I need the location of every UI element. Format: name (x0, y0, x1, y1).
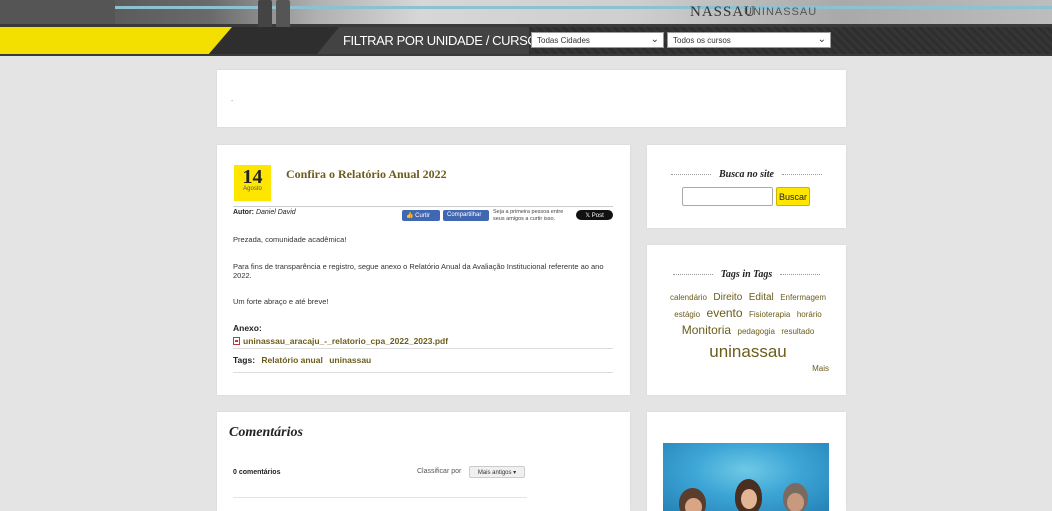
post-paragraph: Para fins de transparência e registro, s… (233, 262, 604, 280)
tag-cloud-link[interactable]: calendário (670, 293, 707, 302)
person-face (685, 498, 702, 511)
tags-divider-bottom (233, 372, 613, 373)
facebook-like-button[interactable]: 👍 Curtir (402, 210, 440, 221)
header-banner-left (0, 0, 115, 24)
tags-widget-title: Tags in Tags (647, 269, 846, 280)
post-paragraph: Um forte abraço e até breve! (233, 297, 329, 306)
x-post-button[interactable]: 𝕏 Post (576, 210, 613, 220)
post-divider (233, 206, 613, 207)
share-label: Compartilhar (447, 212, 482, 218)
tag-cloud: calendário Direito Edital Enfermagem est… (661, 288, 835, 365)
comments-divider (233, 497, 527, 498)
post-card: 14 Agosto Confira o Relatório Anual 2022… (217, 145, 630, 395)
search-button[interactable]: Buscar (776, 187, 810, 206)
tags-more-link[interactable]: Mais (812, 364, 829, 373)
tags-divider-top (233, 348, 613, 349)
author-name: Daniel David (255, 209, 296, 216)
tag-cloud-link[interactable]: resultado (781, 327, 814, 336)
header-banner-image (0, 0, 1052, 24)
tags-widget: Tags in Tags calendário Direito Edital E… (647, 245, 846, 395)
search-widget: Busca no site Buscar (647, 145, 846, 228)
post-tag-link[interactable]: uninassau (329, 355, 371, 365)
like-label: Curtir (415, 213, 430, 219)
post-paragraph: Prezada, comunidade acadêmica! (233, 235, 347, 244)
promo-photo[interactable] (663, 443, 829, 511)
post-author: Autor: Daniel David (233, 209, 296, 216)
sort-label: Classificar por (417, 468, 462, 475)
tag-cloud-link[interactable]: Fisioterapia (749, 310, 790, 319)
city-select-value: Todas Cidades (537, 36, 590, 45)
chevron-down-icon: ⌄ (817, 34, 826, 45)
tag-cloud-link[interactable]: Monitoria (682, 323, 731, 337)
course-select[interactable]: Todos os cursos ⌄ (667, 32, 831, 48)
author-label: Autor: (233, 209, 254, 216)
top-banner-card: - (217, 70, 846, 127)
attachment-label: Anexo: (233, 323, 262, 333)
comments-card: Comentários 0 comentários Classificar po… (217, 412, 630, 511)
city-select[interactable]: Todas Cidades ⌄ (531, 32, 664, 48)
tag-cloud-link[interactable]: Enfermagem (780, 293, 826, 302)
tag-cloud-link[interactable]: estágio (674, 310, 700, 319)
sort-dropdown[interactable]: Mais antigos ▾ (469, 466, 525, 478)
filter-label: FILTRAR POR UNIDADE / CURSO: (343, 33, 541, 48)
tag-cloud-link[interactable]: pedagogia (738, 327, 775, 336)
pdf-file-icon (233, 337, 240, 345)
facebook-like-text: Seja a primeira pessoa entre seus amigos… (493, 209, 564, 221)
filter-bar-yellow-band (0, 27, 232, 54)
tag-cloud-link[interactable]: evento (707, 306, 743, 320)
attachment-link[interactable]: uninassau_aracaju_-_relatorio_cpa_2022_2… (233, 336, 448, 346)
x-logo-icon: 𝕏 (585, 213, 591, 219)
post-date-badge: 14 Agosto (234, 165, 271, 201)
chevron-down-icon: ⌄ (650, 34, 659, 45)
x-post-label: Post (591, 213, 604, 219)
caret-down-icon: ▾ (513, 470, 517, 476)
search-widget-title-text: Busca no site (718, 169, 774, 180)
comments-count: 0 comentários (233, 469, 281, 476)
sort-dropdown-value: Mais antigos (477, 470, 512, 476)
placeholder-text: - (231, 98, 234, 105)
tag-cloud-link[interactable]: uninassau (709, 342, 787, 361)
tag-cloud-link[interactable]: Direito (713, 292, 742, 303)
brand-suffix: UNINASSAU (744, 6, 818, 18)
post-tags: Tags: Relatório anual uninassau (233, 355, 371, 365)
post-date-month: Agosto (243, 186, 262, 192)
tags-widget-title-text: Tags in Tags (720, 269, 773, 280)
facebook-share-button[interactable]: Compartilhar (443, 210, 489, 221)
attachment-filename: uninassau_aracaju_-_relatorio_cpa_2022_2… (243, 336, 449, 346)
thumbs-up-icon: 👍 (406, 213, 414, 219)
post-title[interactable]: Confira o Relatório Anual 2022 (286, 167, 447, 182)
person-face (787, 493, 804, 511)
post-tag-link[interactable]: Relatório anual (261, 355, 322, 365)
course-select-value: Todos os cursos (673, 36, 731, 45)
search-widget-title: Busca no site (647, 169, 846, 180)
promo-card (647, 412, 846, 511)
search-input[interactable] (682, 187, 773, 206)
tag-cloud-link[interactable]: Edital (749, 292, 774, 303)
tag-cloud-link[interactable]: horário (797, 310, 822, 319)
tags-label: Tags: (233, 355, 256, 365)
comments-title: Comentários (229, 425, 303, 440)
person-face (741, 489, 757, 509)
